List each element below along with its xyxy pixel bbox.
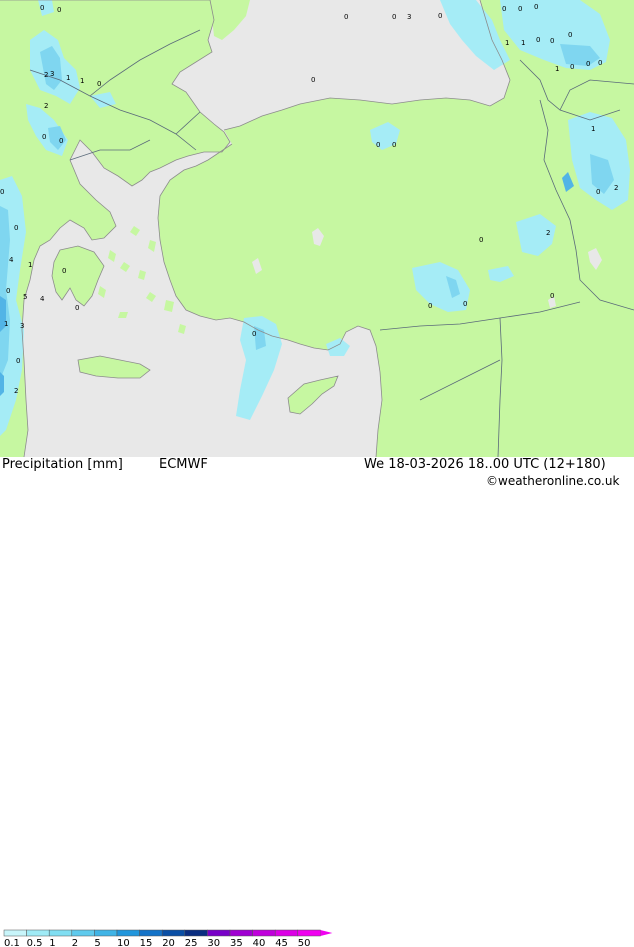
precip-value-label: 0 — [463, 300, 467, 308]
precip-value-label: 0 — [536, 36, 540, 44]
precipitation-legend: 0.1 0.5 1 2 5 10 15 20 25 30 35 40 45 50 — [3, 929, 333, 947]
precip-value-label: 0 — [570, 63, 574, 71]
legend-label: 40 — [253, 938, 266, 947]
precip-value-label: 0 — [75, 304, 79, 312]
precip-value-label: 0 — [428, 302, 432, 310]
precip-value-label: 0 — [568, 31, 572, 39]
weather-map: 0000300001100023110201000000010200204100… — [0, 0, 634, 947]
valid-time: We 18-03-2026 18..00 UTC (12+180) — [364, 457, 606, 472]
legend-swatch — [3, 929, 27, 937]
legend-overflow-arrow — [320, 930, 333, 936]
precip-value-label: 0 — [344, 13, 348, 21]
precip-value-label: 0 — [502, 5, 506, 13]
precip-value-label: 1 — [505, 39, 509, 47]
model-name: ECMWF — [159, 457, 208, 472]
precip-value-label: 1 — [591, 125, 595, 133]
precip-value-label: 3 — [50, 70, 54, 78]
precip-value-label: 0 — [0, 188, 4, 196]
precip-value-label: 0 — [438, 12, 442, 20]
legend-label: 35 — [230, 938, 243, 947]
precip-value-label: 2 — [44, 71, 48, 79]
precip-value-label: 1 — [28, 261, 32, 269]
legend-label: 45 — [275, 938, 288, 947]
legend-swatch — [252, 929, 276, 937]
map-footer: Precipitation [mm] ECMWF We 18-03-2026 1… — [0, 457, 634, 947]
precip-value-label: 0 — [6, 287, 10, 295]
legend-label: 5 — [94, 938, 100, 947]
precip-value-label: 0 — [376, 141, 380, 149]
legend-label: 1 — [49, 938, 55, 947]
precip-value-label: 0 — [534, 3, 538, 11]
precip-value-label: 0 — [518, 5, 522, 13]
precip-value-label: 0 — [586, 60, 590, 68]
precip-value-label: 0 — [16, 357, 20, 365]
legend-label: 25 — [185, 938, 198, 947]
legend-label: 0.5 — [27, 938, 43, 947]
precip-value-label: 0 — [596, 188, 600, 196]
legend-swatch — [207, 929, 231, 937]
legend-label: 10 — [117, 938, 130, 947]
precip-value-label: 0 — [252, 330, 256, 338]
precip-value-label: 1 — [521, 39, 525, 47]
legend-swatch — [71, 929, 95, 937]
precip-value-label: 2 — [614, 184, 618, 192]
copyright-text: ©weatheronline.co.uk — [486, 474, 620, 488]
precip-value-label: 1 — [4, 320, 8, 328]
precip-value-label: 2 — [546, 229, 550, 237]
legend-swatch — [116, 929, 140, 937]
precip-value-label: 0 — [311, 76, 315, 84]
legend-swatch — [48, 929, 73, 937]
precip-value-label: 0 — [392, 141, 396, 149]
precip-value-label: 0 — [598, 59, 602, 67]
precip-value-label: 2 — [14, 387, 18, 395]
legend-label: 50 — [298, 938, 311, 947]
precip-value-label: 0 — [42, 133, 46, 141]
legend-swatch — [274, 929, 299, 937]
precip-value-label: 0 — [57, 6, 61, 14]
precip-value-label: 0 — [97, 80, 101, 88]
precip-value-label: 5 — [23, 293, 27, 301]
precip-value-label: 0 — [14, 224, 18, 232]
legend-label: 15 — [140, 938, 153, 947]
precip-value-label: 0 — [479, 236, 483, 244]
precip-value-label: 0 — [392, 13, 396, 21]
precipitation-map: 0 00 0 3 00 0 01 1 0 002 3 1 1 0201 0 0 00 0 0 010 200204100… — [0, 0, 634, 457]
precip-value-label: 0 — [62, 267, 66, 275]
legend-swatch — [297, 929, 321, 937]
product-title: Precipitation [mm] — [2, 457, 123, 472]
precip-value-label: 4 — [40, 295, 45, 303]
legend-label: 30 — [207, 938, 220, 947]
precip-value-label: 2 — [44, 102, 48, 110]
legend-label: 2 — [72, 938, 78, 947]
precip-value-label: 0 — [59, 137, 63, 145]
legend-labels: 0.1 0.5 1 2 5 10 15 20 25 30 35 40 45 50 — [4, 938, 311, 947]
legend-swatches — [3, 929, 333, 937]
legend-swatch — [26, 929, 50, 937]
precip-value-label: 1 — [66, 74, 70, 82]
legend-swatch — [139, 929, 163, 937]
precip-value-label: 0 — [550, 37, 554, 45]
precip-value-label: 1 — [80, 77, 84, 85]
precip-value-label: 1 — [555, 65, 559, 73]
precip-value-label: 0 — [550, 292, 554, 300]
legend-label: 0.1 — [4, 938, 20, 947]
legend-swatch — [229, 929, 253, 937]
legend-swatch — [161, 929, 186, 937]
legend-swatch — [184, 929, 208, 937]
legend-swatch — [94, 929, 118, 937]
precip-value-label: 4 — [9, 256, 14, 264]
precip-value-label: 0 — [40, 4, 44, 12]
precip-value-label: 3 — [407, 13, 411, 21]
legend-label: 20 — [162, 938, 175, 947]
precip-value-label: 3 — [20, 322, 24, 330]
